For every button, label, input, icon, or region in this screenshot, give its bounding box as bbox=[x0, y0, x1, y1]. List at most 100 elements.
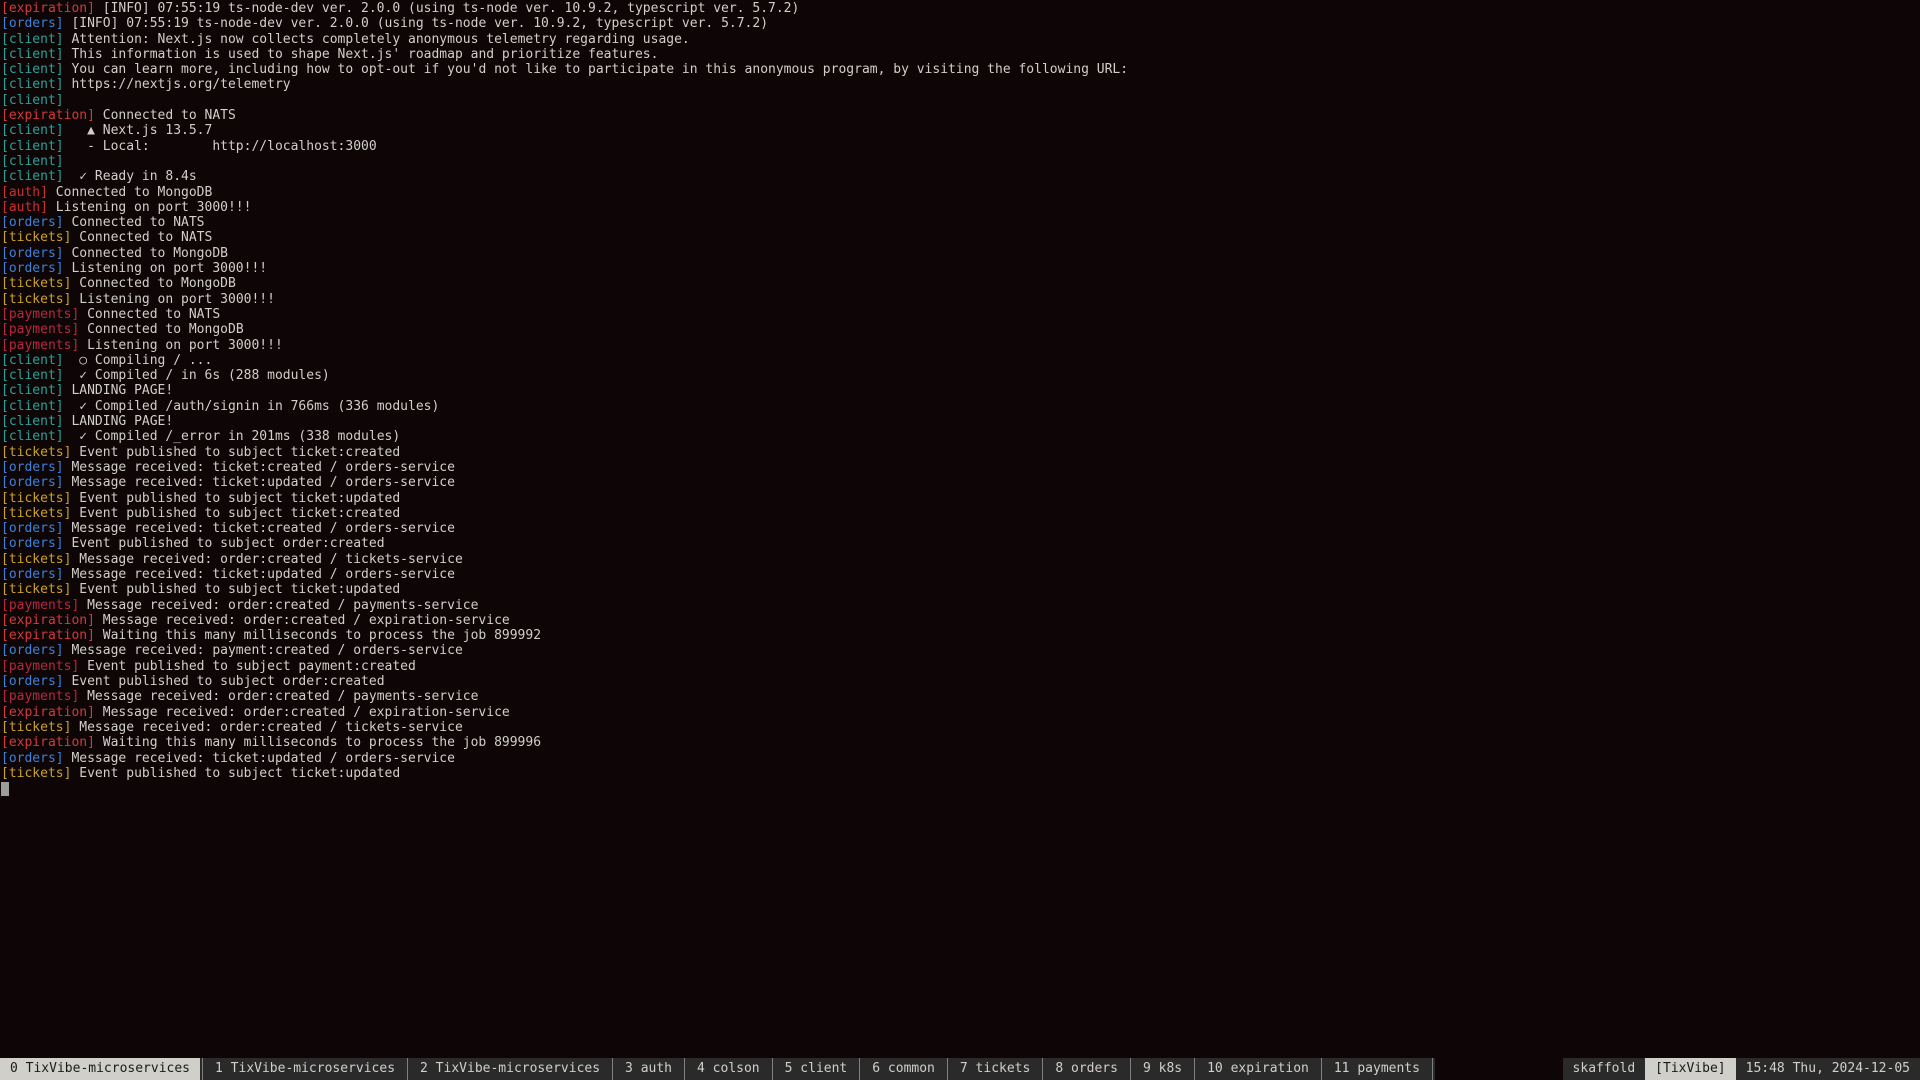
log-message: Waiting this many milliseconds to proces… bbox=[95, 735, 541, 750]
log-message: Message received: order:created / expira… bbox=[95, 613, 510, 628]
log-line: [client] LANDING PAGE! bbox=[1, 414, 1919, 429]
log-message: Event published to subject ticket:update… bbox=[71, 766, 400, 781]
service-label-client: [client] bbox=[1, 383, 64, 398]
log-line: [expiration] [INFO] 07:55:19 ts-node-dev… bbox=[1, 1, 1919, 16]
log-line: [expiration] Waiting this many milliseco… bbox=[1, 628, 1919, 643]
service-label-payments: [payments] bbox=[1, 689, 79, 704]
log-line: [payments] Event published to subject pa… bbox=[1, 659, 1919, 674]
service-label-tickets: [tickets] bbox=[1, 766, 71, 781]
service-label-orders: [orders] bbox=[1, 643, 64, 658]
tmux-window-tab[interactable]: 7 tickets bbox=[950, 1058, 1040, 1080]
log-message: Listening on port 3000!!! bbox=[79, 338, 283, 353]
status-session: [TixVibe] bbox=[1645, 1058, 1735, 1080]
log-message: Message received: order:created / expira… bbox=[95, 705, 510, 720]
log-message: LANDING PAGE! bbox=[64, 383, 174, 398]
service-label-payments: [payments] bbox=[1, 307, 79, 322]
log-message: Connected to NATS bbox=[71, 230, 212, 245]
log-line: [payments] Connected to MongoDB bbox=[1, 322, 1919, 337]
log-line: [client] Attention: Next.js now collects… bbox=[1, 32, 1919, 47]
log-message: [INFO] 07:55:19 ts-node-dev ver. 2.0.0 (… bbox=[64, 16, 768, 31]
log-message: ✓ Compiled / in 6s (288 modules) bbox=[64, 368, 330, 383]
log-line: [tickets] Event published to subject tic… bbox=[1, 766, 1919, 781]
service-label-tickets: [tickets] bbox=[1, 491, 71, 506]
log-line: [client] bbox=[1, 154, 1919, 169]
service-label-payments: [payments] bbox=[1, 338, 79, 353]
service-label-client: [client] bbox=[1, 414, 64, 429]
log-line: [tickets] Message received: order:create… bbox=[1, 552, 1919, 567]
tmux-window-tab[interactable]: 5 client bbox=[775, 1058, 858, 1080]
log-message: LANDING PAGE! bbox=[64, 414, 174, 429]
service-label-tickets: [tickets] bbox=[1, 720, 71, 735]
service-label-payments: [payments] bbox=[1, 598, 79, 613]
log-line: [orders] Message received: ticket:create… bbox=[1, 521, 1919, 536]
log-line: [payments] Connected to NATS bbox=[1, 307, 1919, 322]
log-line: [expiration] Waiting this many milliseco… bbox=[1, 735, 1919, 750]
service-label-tickets: [tickets] bbox=[1, 582, 71, 597]
service-label-orders: [orders] bbox=[1, 536, 64, 551]
log-line: [orders] Message received: payment:creat… bbox=[1, 643, 1919, 658]
service-label-tickets: [tickets] bbox=[1, 552, 71, 567]
log-message: Event published to subject order:created bbox=[64, 536, 385, 551]
log-line: [client] bbox=[1, 93, 1919, 108]
log-line: [payments] Message received: order:creat… bbox=[1, 689, 1919, 704]
terminal-output[interactable]: [expiration] [INFO] 07:55:19 ts-node-dev… bbox=[0, 0, 1920, 1058]
tmux-window-tab[interactable]: 4 colson bbox=[687, 1058, 770, 1080]
tmux-window-tab[interactable]: 2 TixVibe-microservices bbox=[410, 1058, 610, 1080]
tmux-status-right: skaffold [TixVibe] 15:48 Thu, 2024-12-05 bbox=[1563, 1058, 1920, 1080]
service-label-orders: [orders] bbox=[1, 475, 64, 490]
log-message: Message received: payment:created / orde… bbox=[64, 643, 463, 658]
service-label-tickets: [tickets] bbox=[1, 445, 71, 460]
log-line: [client] You can learn more, including h… bbox=[1, 62, 1919, 77]
service-label-expiration: [expiration] bbox=[1, 705, 95, 720]
service-label-auth: [auth] bbox=[1, 185, 48, 200]
tmux-window-tab[interactable]: 3 auth bbox=[615, 1058, 682, 1080]
log-line: [auth] Connected to MongoDB bbox=[1, 185, 1919, 200]
service-label-orders: [orders] bbox=[1, 521, 64, 536]
log-line: [orders] Connected to NATS bbox=[1, 215, 1919, 230]
service-label-client: [client] bbox=[1, 77, 64, 92]
log-message: Message received: order:created / paymen… bbox=[79, 598, 478, 613]
log-message: Message received: ticket:updated / order… bbox=[64, 567, 455, 582]
service-label-tickets: [tickets] bbox=[1, 276, 71, 291]
service-label-expiration: [expiration] bbox=[1, 1, 95, 16]
log-line: [client] - Local: http://localhost:3000 bbox=[1, 139, 1919, 154]
log-line: [orders] Event published to subject orde… bbox=[1, 536, 1919, 551]
log-message: [INFO] 07:55:19 ts-node-dev ver. 2.0.0 (… bbox=[95, 1, 799, 16]
log-line: [auth] Listening on port 3000!!! bbox=[1, 200, 1919, 215]
tmux-window-tab[interactable]: 11 payments bbox=[1324, 1058, 1430, 1080]
log-line: [tickets] Connected to NATS bbox=[1, 230, 1919, 245]
tmux-window-tab[interactable]: 9 k8s bbox=[1133, 1058, 1192, 1080]
log-line: [expiration] Message received: order:cre… bbox=[1, 705, 1919, 720]
log-message: ✓ Compiled /auth/signin in 766ms (336 mo… bbox=[64, 399, 440, 414]
service-label-tickets: [tickets] bbox=[1, 230, 71, 245]
log-message: https://nextjs.org/telemetry bbox=[64, 77, 291, 92]
log-line: [client] ✓ Compiled /auth/signin in 766m… bbox=[1, 399, 1919, 414]
log-message: This information is used to shape Next.j… bbox=[64, 47, 659, 62]
service-label-payments: [payments] bbox=[1, 659, 79, 674]
service-label-client: [client] bbox=[1, 429, 64, 444]
log-line: [orders] Message received: ticket:update… bbox=[1, 567, 1919, 582]
tmux-window-tab[interactable]: 6 common bbox=[862, 1058, 945, 1080]
log-line: [client] https://nextjs.org/telemetry bbox=[1, 77, 1919, 92]
tmux-window-tab[interactable]: 0 TixVibe-microservices bbox=[0, 1058, 200, 1080]
tmux-window-tab[interactable]: 8 orders bbox=[1045, 1058, 1128, 1080]
service-label-client: [client] bbox=[1, 123, 64, 138]
log-message: ○ Compiling / ... bbox=[64, 353, 213, 368]
log-line: [orders] Message received: ticket:update… bbox=[1, 751, 1919, 766]
service-label-orders: [orders] bbox=[1, 460, 64, 475]
log-line: [tickets] Event published to subject tic… bbox=[1, 491, 1919, 506]
log-message: Connected to NATS bbox=[64, 215, 205, 230]
log-message: Event published to subject ticket:update… bbox=[71, 582, 400, 597]
status-process: skaffold bbox=[1563, 1058, 1646, 1080]
tmux-window-tab[interactable]: 10 expiration bbox=[1197, 1058, 1319, 1080]
log-line: [orders] Connected to MongoDB bbox=[1, 246, 1919, 261]
tmux-status-bar: 0 TixVibe-microservices1 TixVibe-microse… bbox=[0, 1058, 1920, 1080]
service-label-client: [client] bbox=[1, 368, 64, 383]
log-message: Listening on port 3000!!! bbox=[64, 261, 268, 276]
log-message: ✓ Ready in 8.4s bbox=[64, 169, 197, 184]
log-line: [client] ✓ Compiled / in 6s (288 modules… bbox=[1, 368, 1919, 383]
log-message: Event published to subject ticket:update… bbox=[71, 491, 400, 506]
log-line: [client] ✓ Compiled /_error in 201ms (33… bbox=[1, 429, 1919, 444]
tmux-window-tab[interactable]: 1 TixVibe-microservices bbox=[205, 1058, 405, 1080]
service-label-orders: [orders] bbox=[1, 16, 64, 31]
